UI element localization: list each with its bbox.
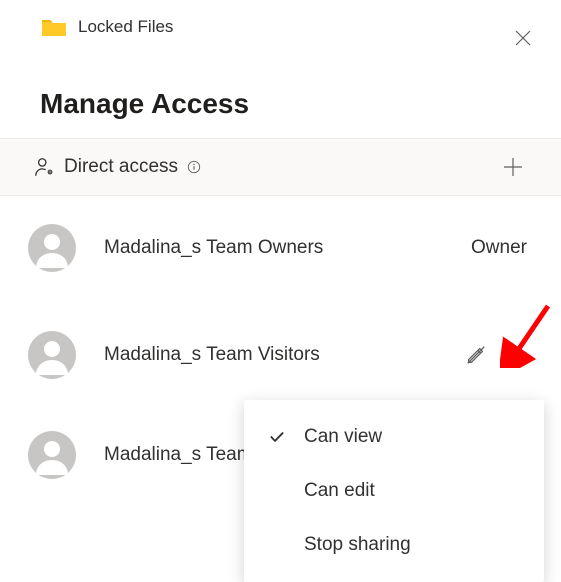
close-button[interactable] [509,24,537,52]
avatar [28,431,76,479]
section-label: Direct access [64,156,178,178]
check-icon [268,428,304,446]
principal-name: Madalina_s Team Visitors [104,344,465,366]
principal-row: Madalina_s Team Owners Owner [0,196,561,300]
close-icon [513,28,533,48]
panel-header: Locked Files [0,0,561,54]
folder-icon [40,16,68,38]
dropdown-option-label: Stop sharing [304,534,411,556]
dropdown-option-can-edit[interactable]: Can edit [244,464,544,518]
dropdown-option-label: Can edit [304,480,375,502]
avatar [28,224,76,272]
dropdown-option-label: Can view [304,426,382,448]
avatar [28,331,76,379]
page-title: Manage Access [0,54,561,138]
role-dropdown-menu: Can view Can edit Stop sharing [244,400,544,582]
person-settings-icon [34,156,56,178]
direct-access-section-header: Direct access [0,138,561,196]
plus-icon [501,155,525,179]
role-label: Owner [471,237,527,259]
info-icon[interactable] [186,159,202,175]
dropdown-option-stop-sharing[interactable]: Stop sharing [244,518,544,572]
role-dropdown-toggle[interactable] [505,344,527,366]
folder-name: Locked Files [78,17,173,37]
cannot-edit-icon [465,344,487,366]
principal-name: Madalina_s Team Owners [104,237,471,259]
chevron-down-icon [508,347,524,363]
principal-row: Madalina_s Team Visitors [0,300,561,410]
add-principal-button[interactable] [499,153,527,181]
dropdown-option-can-view[interactable]: Can view [244,410,544,464]
